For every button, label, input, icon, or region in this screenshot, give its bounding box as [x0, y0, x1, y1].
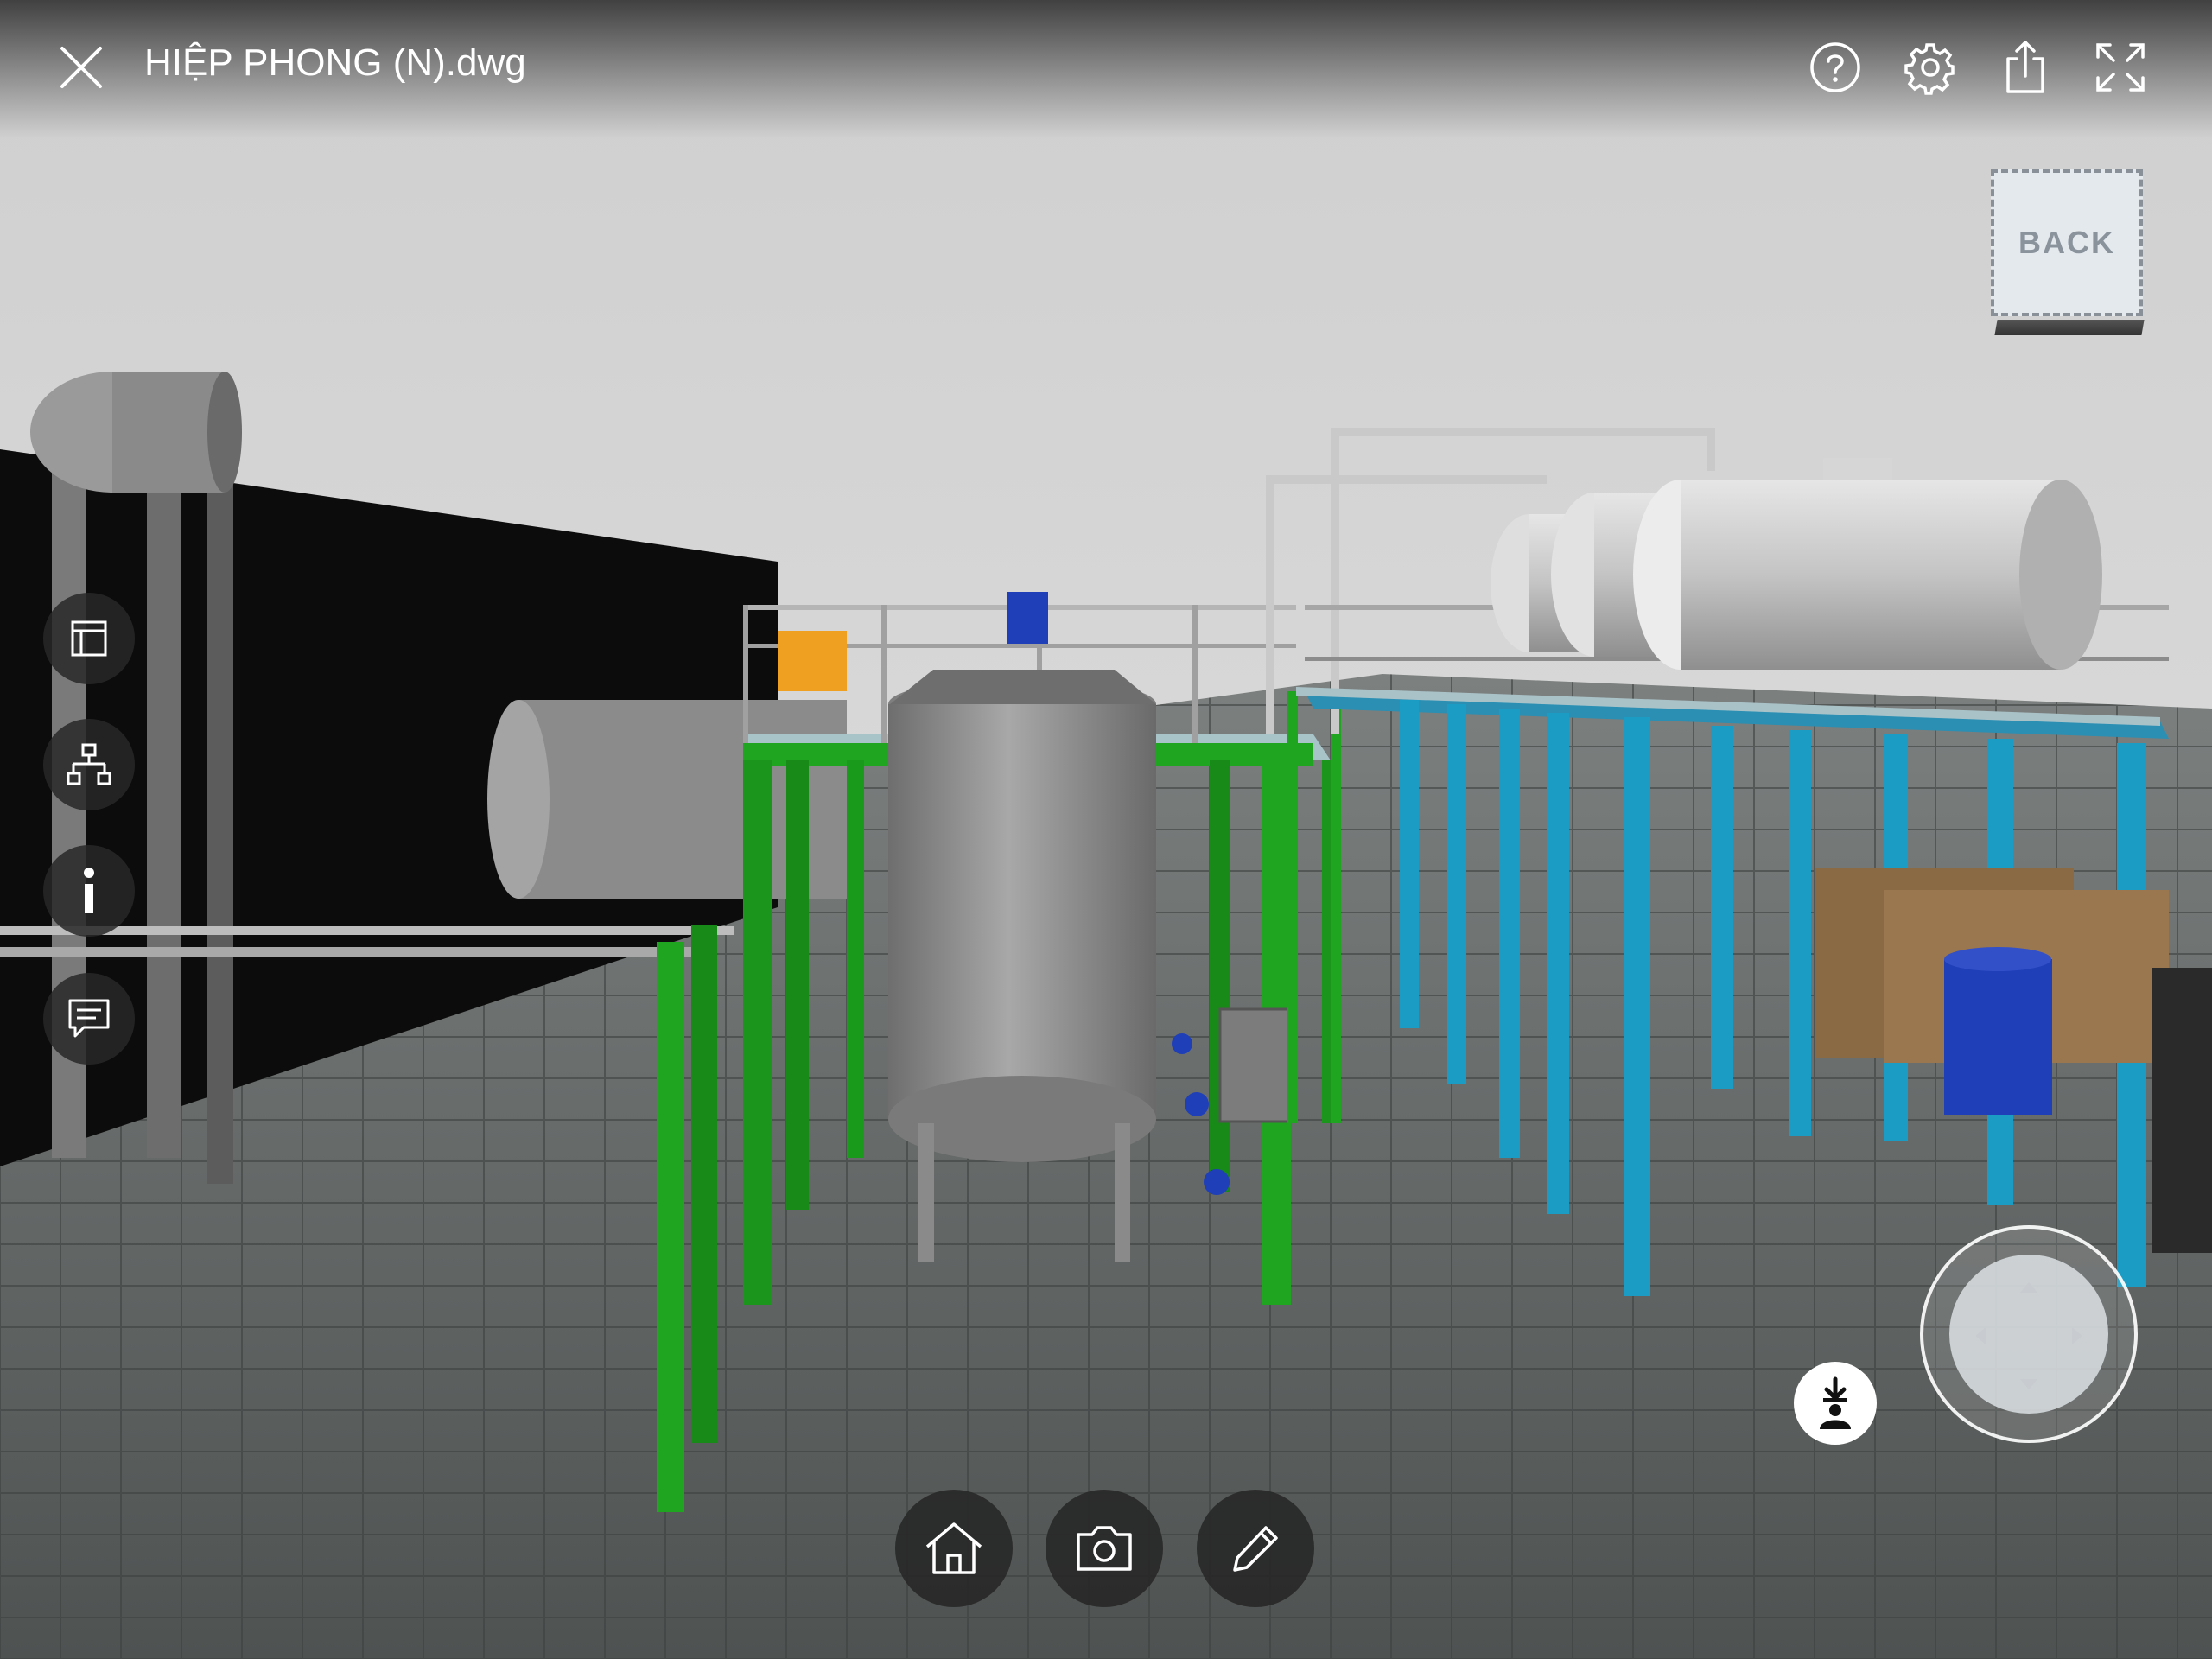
hierarchy-icon — [67, 743, 111, 785]
layout-icon — [71, 620, 107, 657]
view-cube-face-label: BACK — [2018, 225, 2115, 260]
close-icon — [60, 47, 102, 88]
gear-icon — [1904, 43, 1955, 95]
home-button[interactable] — [895, 1490, 1013, 1607]
snapshot-button[interactable] — [1046, 1490, 1163, 1607]
share-button[interactable] — [1989, 31, 2062, 104]
sheets-button[interactable] — [43, 593, 135, 684]
vertical-mixing-tank — [888, 592, 1156, 1262]
markup-button[interactable] — [1197, 1490, 1314, 1607]
first-person-icon — [1820, 1376, 1851, 1429]
comments-button[interactable] — [43, 973, 135, 1065]
joystick-arrows-icon — [1975, 1282, 2082, 1389]
info-icon — [84, 868, 94, 913]
model-browser-button[interactable] — [43, 719, 135, 810]
view-cube-base — [1994, 320, 2145, 335]
settings-button[interactable] — [1894, 31, 1967, 104]
comment-icon — [68, 999, 110, 1038]
camera-icon — [1077, 1526, 1132, 1571]
help-button[interactable] — [1799, 31, 1872, 104]
navigation-joystick[interactable] — [1920, 1225, 2138, 1443]
first-person-button[interactable] — [1794, 1362, 1877, 1445]
home-icon — [925, 1522, 982, 1574]
close-button[interactable] — [45, 31, 118, 104]
view-cube[interactable]: BACK — [1991, 169, 2143, 316]
pencil-icon — [1233, 1526, 1278, 1572]
fullscreen-button[interactable] — [2084, 31, 2157, 104]
properties-button[interactable] — [43, 845, 135, 937]
help-icon — [1810, 42, 1860, 92]
fullscreen-icon — [2096, 43, 2145, 92]
3d-viewport[interactable] — [0, 0, 2212, 1659]
control-panel — [1218, 1007, 1296, 1123]
file-title: HIỆP PHONG (N).dwg — [144, 41, 526, 84]
share-icon — [2006, 41, 2044, 93]
